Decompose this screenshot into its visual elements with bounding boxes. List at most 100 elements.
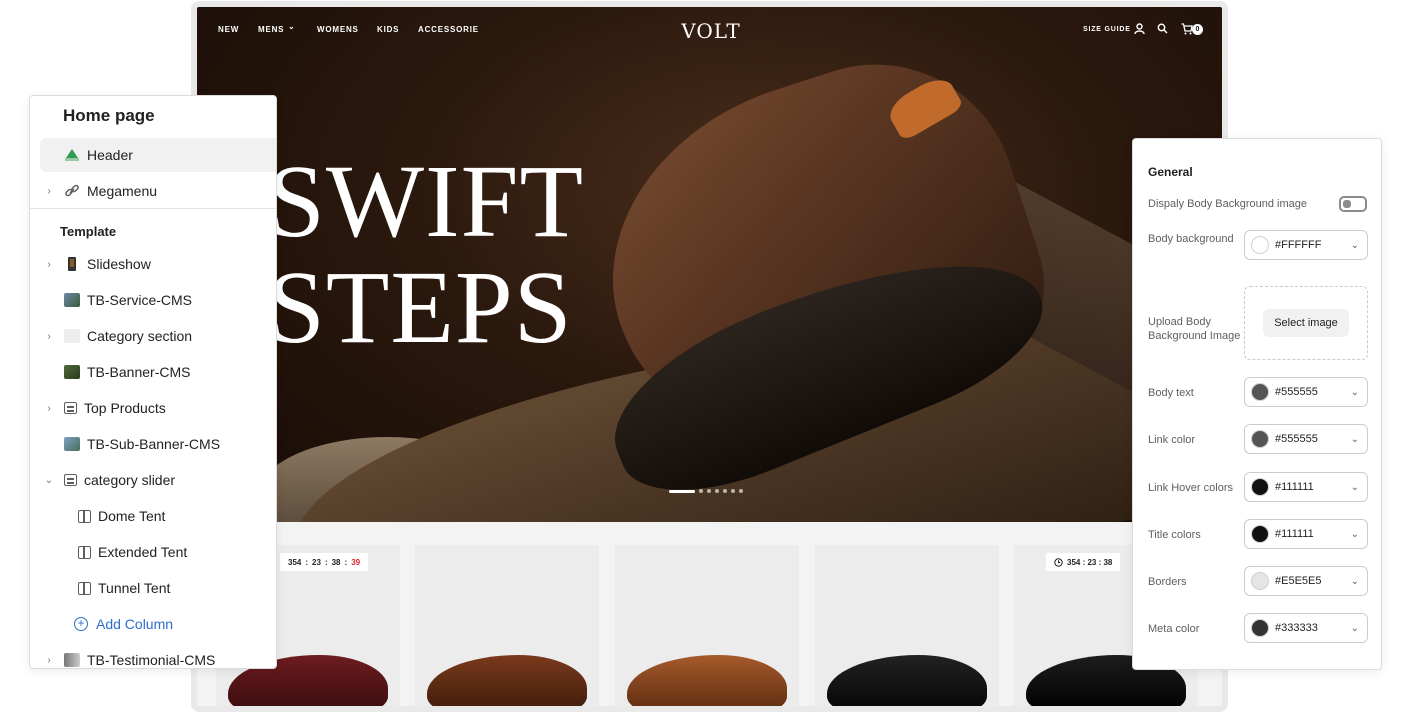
outline-item-category-section[interactable]: › Category section [40, 319, 276, 353]
slide-dot[interactable] [731, 489, 735, 493]
column-icon [78, 581, 91, 595]
link-hover-label: Link Hover colors [1148, 482, 1233, 494]
outline-item-slideshow[interactable]: › Slideshow [40, 247, 276, 281]
outline-item-label: TB-Service-CMS [87, 292, 193, 308]
nav-size-guide[interactable]: SIZE GUIDE [1083, 26, 1131, 33]
template-heading: Template [60, 224, 117, 239]
outline-item-label: Slideshow [87, 256, 151, 272]
meta-color-picker[interactable]: #333333 ⌄ [1244, 613, 1368, 643]
chevron-right-icon[interactable]: › [42, 403, 56, 414]
product-image[interactable] [627, 655, 787, 706]
add-column-label: Add Column [96, 616, 174, 632]
borders-color-picker[interactable]: #E5E5E5 ⌄ [1244, 566, 1368, 596]
link-color-picker[interactable]: #555555 ⌄ [1244, 424, 1368, 454]
slide-dot[interactable] [707, 489, 711, 493]
outline-item-label: Dome Tent [98, 508, 166, 524]
outline-item-label: Category section [87, 328, 193, 344]
chevron-down-icon: ⌄ [1350, 433, 1359, 445]
cart-count-badge: 0 [1192, 24, 1203, 35]
color-swatch [1251, 383, 1269, 401]
outline-item-header[interactable]: Header [40, 138, 276, 172]
nav-mens[interactable]: MENS [258, 25, 284, 34]
outline-item-megamenu[interactable]: › Megamenu [40, 174, 276, 208]
outline-item-label: TB-Banner-CMS [87, 364, 191, 380]
add-column-button[interactable]: + Add Column [40, 607, 276, 641]
upload-dropzone[interactable]: Select image [1244, 286, 1368, 360]
color-swatch [1251, 572, 1269, 590]
hero-heading-line2: STEPS [267, 250, 573, 365]
chevron-down-icon: ⌄ [1350, 239, 1359, 251]
body-text-label: Body text [1148, 387, 1194, 399]
color-value: #555555 [1275, 386, 1318, 398]
slide-dot-active[interactable] [669, 489, 695, 493]
nav-new[interactable]: NEW [218, 25, 239, 34]
color-swatch [1251, 236, 1269, 254]
timer-seconds: 38 [331, 557, 341, 567]
hero-slideshow: NEW MENS ⌄ WOMENS KIDS ACCESSORIE VOLT S… [197, 7, 1222, 522]
product-image[interactable] [427, 655, 587, 706]
countdown-timer: 354 : 23 : 38 : 39 [280, 553, 369, 571]
nav-accessorie[interactable]: ACCESSORIE [418, 25, 479, 34]
color-value: #FFFFFF [1275, 239, 1322, 251]
product-image[interactable] [827, 655, 987, 706]
timer-ticks: 39 [351, 557, 361, 567]
slide-dot[interactable] [715, 489, 719, 493]
title-color-picker[interactable]: #111111 ⌄ [1244, 519, 1368, 549]
header-thumbnail-icon [64, 148, 80, 162]
add-circle-icon: + [74, 617, 88, 631]
chevron-down-icon: ⌄ [1350, 575, 1359, 587]
outline-item-tb-banner-cms[interactable]: TB-Banner-CMS [40, 355, 276, 389]
chevron-right-icon[interactable]: › [42, 186, 56, 197]
account-icon[interactable] [1134, 23, 1145, 35]
slideshow-thumbnail-icon [64, 257, 80, 271]
outline-item-category-slider[interactable]: ⌄ category slider [40, 463, 276, 497]
chevron-right-icon[interactable]: › [42, 331, 56, 342]
color-swatch [1251, 619, 1269, 637]
nav-kids[interactable]: KIDS [377, 25, 399, 34]
slide-dot[interactable] [699, 489, 703, 493]
slide-pagination [669, 489, 743, 493]
select-image-button[interactable]: Select image [1263, 309, 1349, 337]
store-logo[interactable]: VOLT [671, 19, 751, 43]
title-colors-label: Title colors [1148, 529, 1201, 541]
outline-item-label: Tunnel Tent [98, 580, 171, 596]
product-card[interactable] [815, 545, 999, 706]
color-value: #E5E5E5 [1275, 575, 1322, 587]
hero-heading: SWIFT STEPS [267, 149, 584, 361]
outline-item-tb-service-cms[interactable]: TB-Service-CMS [40, 283, 276, 317]
search-icon[interactable] [1157, 23, 1168, 34]
outline-subitem-extended-tent[interactable]: Extended Tent [40, 535, 276, 569]
body-bg-label: Body background [1148, 233, 1234, 245]
outline-item-tb-testimonial-cms[interactable]: › TB-Testimonial-CMS [40, 643, 276, 668]
slide-dot[interactable] [723, 489, 727, 493]
divider [30, 208, 276, 209]
outline-item-label: Top Products [84, 400, 166, 416]
color-swatch [1251, 525, 1269, 543]
body-bg-color-picker[interactable]: #FFFFFF ⌄ [1244, 230, 1368, 260]
outline-item-top-products[interactable]: › Top Products [40, 391, 276, 425]
chevron-down-icon[interactable]: ⌄ [42, 475, 56, 486]
outline-item-tb-sub-banner-cms[interactable]: TB-Sub-Banner-CMS [40, 427, 276, 461]
outline-subitem-dome-tent[interactable]: Dome Tent [40, 499, 276, 533]
theme-outline-panel: Home page Header › Megamenu Template › S… [29, 95, 277, 669]
link-color-label: Link color [1148, 434, 1196, 446]
color-value: #333333 [1275, 622, 1318, 634]
outline-item-label: Megamenu [87, 183, 158, 199]
nav-womens[interactable]: WOMENS [317, 25, 359, 34]
product-card[interactable] [415, 545, 599, 706]
list-section-icon [64, 402, 77, 414]
link-hover-color-picker[interactable]: #111111 ⌄ [1244, 472, 1368, 502]
color-swatch [1251, 478, 1269, 496]
product-card[interactable] [615, 545, 799, 706]
chevron-down-icon: ⌄ [1350, 528, 1359, 540]
clock-icon [1054, 557, 1063, 567]
display-bg-toggle[interactable] [1339, 196, 1367, 212]
meta-color-label: Meta color [1148, 623, 1200, 635]
timer-minutes: 23 [312, 557, 321, 567]
slide-dot[interactable] [739, 489, 743, 493]
body-text-color-picker[interactable]: #555555 ⌄ [1244, 377, 1368, 407]
chevron-right-icon[interactable]: › [42, 655, 56, 666]
chevron-right-icon[interactable]: › [42, 259, 56, 270]
outline-subitem-tunnel-tent[interactable]: Tunnel Tent [40, 571, 276, 605]
image-thumbnail-icon [64, 365, 80, 379]
